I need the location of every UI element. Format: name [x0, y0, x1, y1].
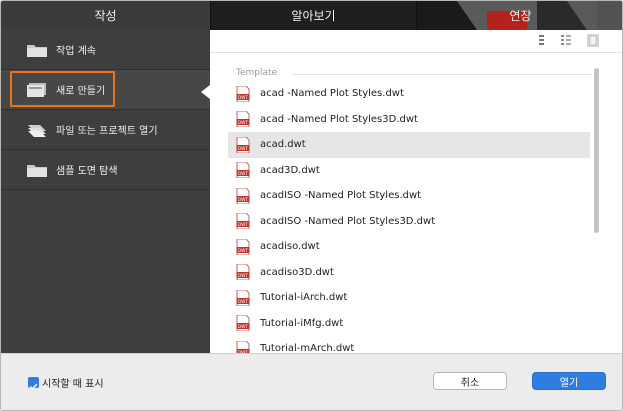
file-name: acad.dwt	[260, 139, 306, 151]
show-on-startup-label: 시작할 때 표시	[42, 379, 104, 390]
dwt-file-icon: DWT	[236, 264, 250, 281]
tab-learn-label: 알아보기	[291, 9, 336, 23]
dwt-file-icon-label: DWT	[238, 324, 248, 329]
dwt-file-icon-label: DWT	[238, 248, 248, 253]
file-name: acadiso3D.dwt	[260, 266, 334, 278]
detail-view-icon[interactable]	[560, 34, 572, 47]
template-file-list: DWT acad -Named Plot Styles.dwt DWT acad -N…	[228, 81, 590, 362]
dwt-file-icon-label: DWT	[238, 222, 248, 227]
folder-icon	[27, 164, 47, 177]
file-name: acad3D.dwt	[260, 164, 320, 176]
template-panel: Template DWT acad -Named Plot Styles.dwt D…	[210, 30, 622, 357]
sidebar-item-sample-drawings[interactable]: 샘플 도면 탐색	[1, 150, 210, 190]
selection-highlight	[10, 71, 115, 107]
file-name: acad -Named Plot Styles3D.dwt	[260, 113, 418, 125]
list-item[interactable]: DWT Tutorial-iMfg.dwt	[228, 311, 590, 337]
list-item[interactable]: DWT acadiso3D.dwt	[228, 260, 590, 286]
sidebar-item-label: 파일 또는 프로젝트 열기	[56, 126, 158, 137]
list-item[interactable]: DWT acad.dwt	[228, 132, 590, 158]
list-view-icon[interactable]	[536, 34, 548, 47]
list-item[interactable]: DWT acadISO -Named Plot Styles.dwt	[228, 183, 590, 209]
dialog-footer: 시작할 때 표시 취소 열기	[1, 353, 622, 410]
section-divider	[292, 74, 592, 75]
sidebar-item-open-files[interactable]: 파일 또는 프로젝트 열기	[1, 110, 210, 150]
tab-create[interactable]: 작성	[1, 1, 210, 30]
dwt-file-icon: DWT	[236, 85, 250, 102]
tab-bar: 작성 알아보기 연장	[1, 1, 622, 30]
section-title: Template	[236, 68, 278, 78]
dwt-file-icon-label: DWT	[238, 120, 248, 125]
dwt-file-icon-label: DWT	[238, 171, 248, 176]
list-item[interactable]: DWT acad -Named Plot Styles3D.dwt	[228, 107, 590, 133]
file-name: acadiso.dwt	[260, 241, 320, 253]
file-name: acadISO -Named Plot Styles.dwt	[260, 190, 422, 202]
list-item[interactable]: DWT acadISO -Named Plot Styles3D.dwt	[228, 209, 590, 235]
dwt-file-icon-label: DWT	[238, 95, 248, 100]
dwt-file-icon-label: DWT	[238, 146, 248, 151]
list-item[interactable]: DWT acad -Named Plot Styles.dwt	[228, 81, 590, 107]
tab-create-label: 작성	[94, 9, 117, 23]
tab-extend-label: 연장	[509, 9, 532, 23]
grid-view-icon[interactable]	[587, 34, 599, 47]
file-name: acadISO -Named Plot Styles3D.dwt	[260, 215, 436, 227]
checkmark-icon	[29, 383, 38, 390]
cancel-button[interactable]: 취소	[433, 372, 507, 390]
show-on-startup-checkbox[interactable]	[28, 377, 39, 390]
open-files-icon	[28, 124, 46, 137]
dwt-file-icon: DWT	[236, 213, 250, 230]
dwt-file-icon: DWT	[236, 162, 250, 179]
tab-extend[interactable]: 연장	[416, 1, 622, 30]
vertical-scrollbar[interactable]	[594, 68, 599, 233]
dwt-file-icon: DWT	[236, 187, 250, 204]
file-name: acad -Named Plot Styles.dwt	[260, 88, 404, 100]
start-dialog: 작성 알아보기 연장 작업 계속 새로 만들기 파일 또는 프로젝트 열기 샘플…	[0, 0, 623, 411]
file-name: Tutorial-iArch.dwt	[260, 292, 348, 304]
list-item[interactable]: DWT acadiso.dwt	[228, 234, 590, 260]
dwt-file-icon: DWT	[236, 315, 250, 332]
open-button[interactable]: 열기	[532, 372, 606, 390]
sidebar-item-label: 샘플 도면 탐색	[56, 166, 118, 177]
dwt-file-icon: DWT	[236, 111, 250, 128]
dwt-file-icon-label: DWT	[238, 299, 248, 304]
sidebar-item-label: 작업 계속	[56, 46, 96, 57]
dwt-file-icon-label: DWT	[238, 273, 248, 278]
sidebar: 작업 계속 새로 만들기 파일 또는 프로젝트 열기 샘플 도면 탐색	[1, 30, 210, 353]
dwt-file-icon: DWT	[236, 136, 250, 153]
dwt-file-icon: DWT	[236, 289, 250, 306]
folder-icon	[27, 44, 47, 57]
sidebar-item-continue-working[interactable]: 작업 계속	[1, 30, 210, 70]
list-item[interactable]: DWT acad3D.dwt	[228, 158, 590, 184]
dwt-file-icon: DWT	[236, 238, 250, 255]
active-pointer-arrow	[201, 85, 210, 99]
list-item[interactable]: DWT Tutorial-iArch.dwt	[228, 285, 590, 311]
file-name: Tutorial-iMfg.dwt	[260, 317, 344, 329]
tab-learn[interactable]: 알아보기	[210, 1, 416, 30]
dwt-file-icon-label: DWT	[238, 197, 248, 202]
view-toolbar	[210, 30, 622, 53]
